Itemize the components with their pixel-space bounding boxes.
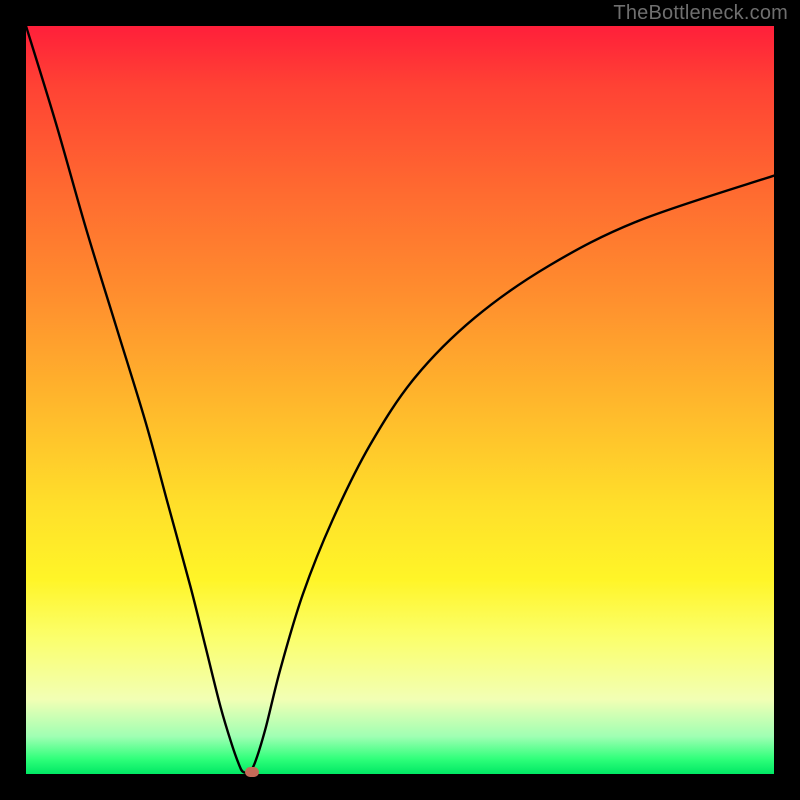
bottleneck-curve xyxy=(26,26,774,774)
watermark-text: TheBottleneck.com xyxy=(613,2,788,25)
optimal-point-marker xyxy=(245,767,259,777)
